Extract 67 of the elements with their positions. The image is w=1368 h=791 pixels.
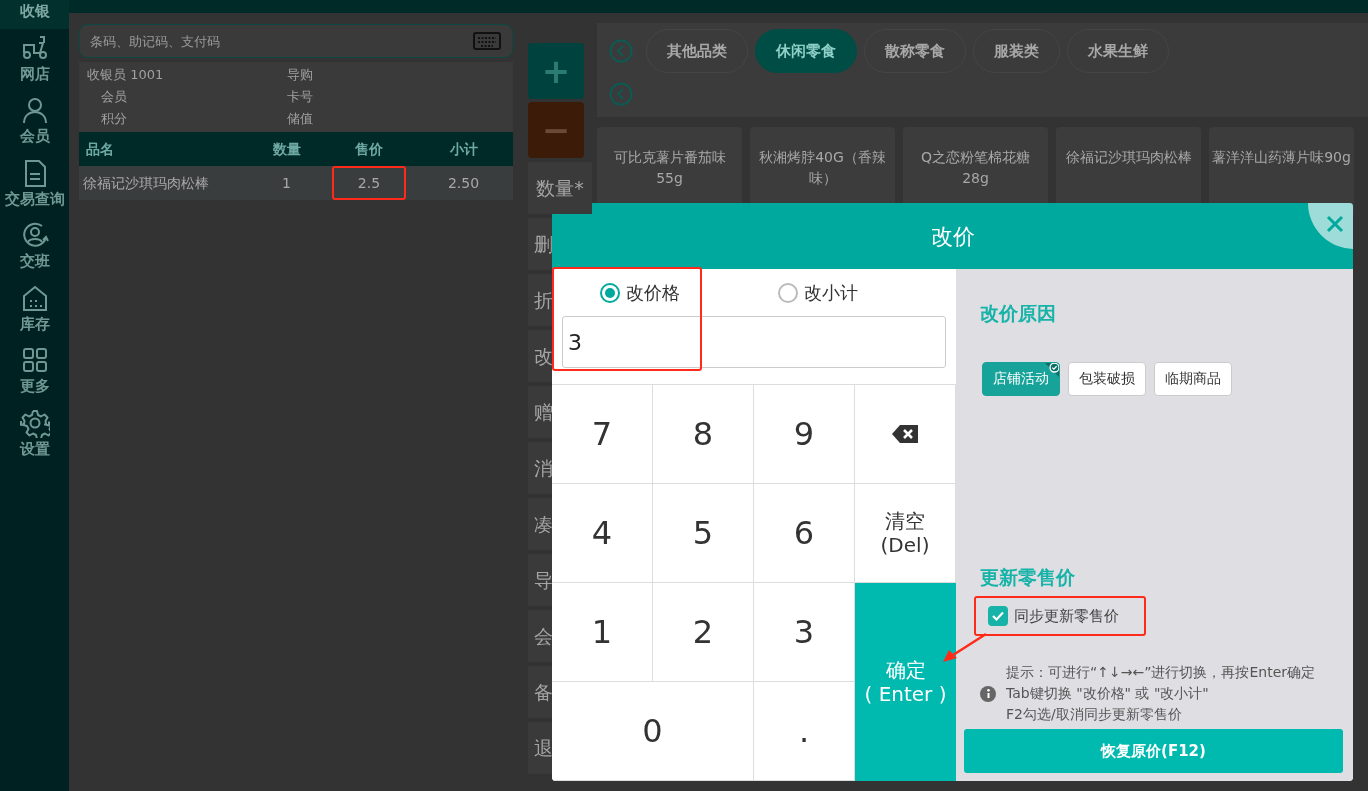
category-tab[interactable]: 服装类 (973, 29, 1060, 73)
keypad-key[interactable]: 6 (754, 484, 855, 583)
sync-checkbox[interactable]: 同步更新零售价 (974, 595, 1146, 636)
info-label: 会员 (100, 88, 127, 106)
settings-icon (19, 407, 50, 438)
backspace-icon (891, 424, 919, 444)
price-input[interactable]: 3 (562, 316, 946, 368)
keypad-key[interactable]: 0 (552, 682, 754, 781)
sidebar-item[interactable]: 设置 (0, 403, 69, 466)
sidebar-item[interactable]: 交班 (0, 216, 69, 279)
table-cell-text: 2.50 (446, 173, 481, 193)
keypad-key[interactable]: 3 (754, 583, 855, 682)
info-label: 导购 (287, 66, 313, 84)
sidebar-item[interactable]: 更多 (0, 341, 69, 404)
keypad-key[interactable]: 8 (653, 385, 754, 484)
hint-text: F2勾选/取消同步更新零售价 (1006, 705, 1183, 724)
keypad-key[interactable]: 5 (653, 484, 754, 583)
info-icon (980, 685, 996, 702)
radio-option[interactable]: 改小计 (778, 279, 956, 306)
sidebar-item[interactable]: 库存 (0, 278, 69, 341)
product-name: 可比克薯片番茄味55g (613, 149, 726, 186)
category-tab[interactable]: 其他品类 (646, 29, 748, 73)
previous-icon[interactable] (609, 39, 633, 63)
sidebar-item[interactable]: 网店 (0, 28, 69, 91)
action-button[interactable]: 数量* (528, 162, 592, 214)
backspace-button[interactable] (855, 385, 956, 484)
keypad-key[interactable]: 1 (552, 583, 653, 682)
product-name: 秋湘烤脖40G（香辣味） (759, 149, 886, 186)
table-cell-text: 徐福记沙琪玛肉松棒 (81, 173, 210, 193)
keypad-key[interactable]: 4 (552, 484, 653, 583)
keyboard-icon (473, 32, 501, 50)
category-tab[interactable]: 散称零食 (864, 29, 966, 73)
keypad-key[interactable]: 2 (653, 583, 754, 682)
column-header: 数量 (271, 139, 302, 159)
section-title: 更新零售价 (979, 565, 1076, 590)
sidebar-item[interactable]: 交易查询 (0, 153, 69, 216)
keypad-key[interactable]: . (754, 682, 855, 781)
info-label: 积分 (100, 110, 127, 128)
info-label: 收银员 1001 (87, 66, 164, 84)
dialog-title: 改价 (930, 222, 975, 251)
column-header: 售价 (354, 139, 384, 159)
search-field[interactable]: 条码、助记码、支付码 (79, 24, 513, 58)
close-icon (1325, 213, 1345, 234)
radio-option[interactable]: 改价格 (600, 279, 778, 306)
keypad-key[interactable]: 7 (552, 385, 653, 484)
product-name: 薯洋洋山药薄片味90g (1212, 149, 1351, 165)
category-tab[interactable]: 水果生鲜 (1067, 29, 1169, 73)
column-header: 小计 (448, 139, 479, 159)
reason-chip[interactable]: 店铺活动 (982, 361, 1060, 396)
column-header: 品名 (85, 139, 115, 159)
hint-text: Tab键切换 "改价格" 或 "改小计" (1006, 684, 1210, 703)
category-tab[interactable]: 休闲零食 (755, 29, 857, 73)
reason-chip[interactable]: 临期商品 (1154, 361, 1232, 396)
sidebar-item[interactable]: 会员 (0, 91, 69, 154)
previous-icon[interactable] (609, 82, 633, 106)
clear-button[interactable]: 清空 (Del) (855, 484, 956, 583)
info-label: 卡号 (287, 88, 313, 106)
hint-text: 提示：可进行“↑↓→←”进行切换，再按Enter确定 (1006, 663, 1315, 682)
reason-chip[interactable]: 包装破损 (1068, 361, 1146, 396)
sidebar-item[interactable]: 收银 (0, 0, 69, 29)
keypad-key[interactable]: 9 (754, 385, 855, 484)
table-cell-text: 1 (281, 173, 292, 193)
info-label: 储值 (287, 110, 313, 128)
table-cell: 2.5 (332, 166, 406, 200)
section-title: 改价原因 (979, 301, 1057, 326)
product-name: 徐福记沙琪玛肉松棒 (1065, 149, 1192, 165)
product-name: Q之恋粉笔棉花糖28g (921, 149, 1030, 186)
